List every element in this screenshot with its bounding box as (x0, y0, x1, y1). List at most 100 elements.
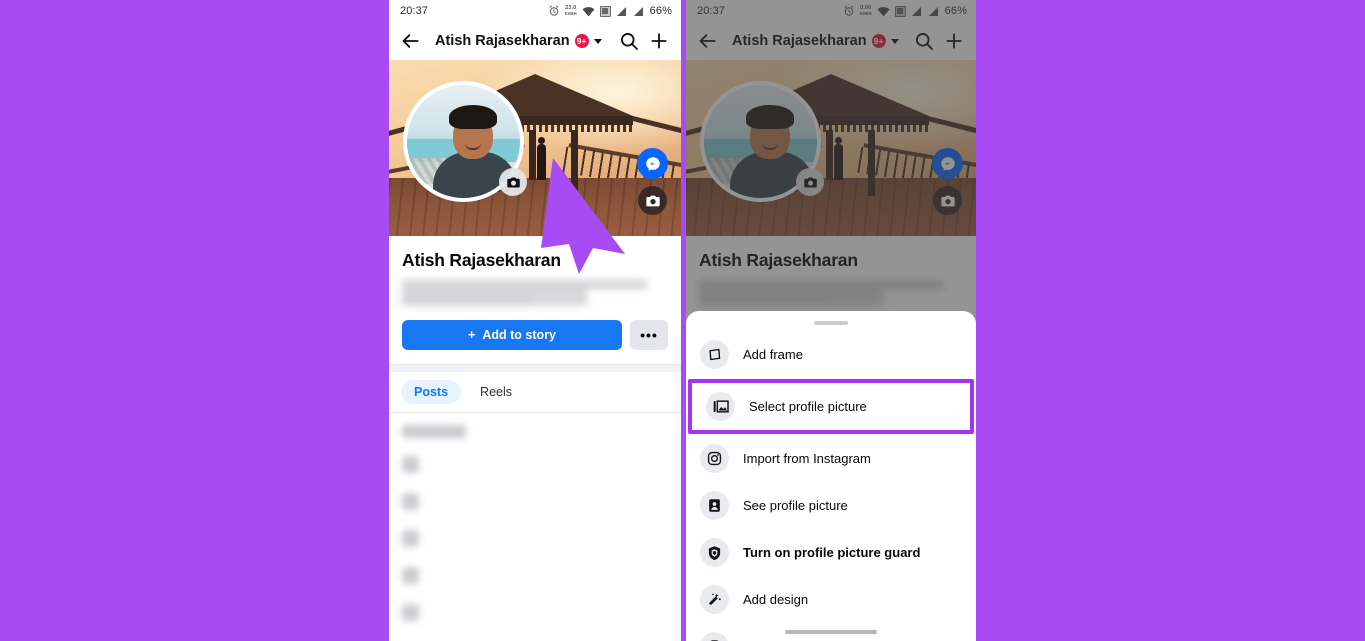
avatar-icon (700, 632, 729, 641)
detail-row (402, 530, 668, 547)
menu-item-see-profile-picture[interactable]: See profile picture (686, 482, 976, 529)
wifi-icon (582, 6, 595, 16)
profile-bio-blurred (699, 280, 963, 306)
edit-profile-picture-button[interactable] (499, 168, 527, 196)
alarm-icon (844, 5, 854, 16)
camera-icon (506, 177, 520, 187)
battery-percent: 66% (944, 5, 967, 17)
edit-cover-photo-button[interactable] (638, 186, 667, 215)
cover-pillar (529, 130, 536, 180)
tab-reels[interactable]: Reels (467, 380, 525, 404)
detail-row (402, 567, 668, 584)
app-bar-left: Atish Rajasekharan 9+ (389, 22, 681, 60)
add-to-story-button[interactable]: + Add to story (402, 320, 622, 350)
signal-bars-icon (928, 6, 938, 16)
signal-bars-icon (911, 6, 921, 16)
chevron-down-icon (593, 38, 602, 44)
profile-title-dropdown[interactable]: Atish Rajasekharan 9+ (732, 33, 904, 49)
speed-icon: 23.0 KM/H (564, 5, 577, 16)
menu-item-add-frame[interactable]: Add frame (686, 331, 976, 378)
back-arrow-icon[interactable] (401, 31, 421, 51)
highlight-box-select-profile-picture: Select profile picture (688, 379, 974, 434)
profile-name: Atish Rajasekharan (699, 250, 858, 270)
photo-picker-icon (706, 392, 735, 421)
menu-item-add-design[interactable]: Add design (686, 576, 976, 623)
speed-icon: 0.00 KM/H (859, 5, 872, 16)
profile-tabs: Posts Reels (389, 372, 681, 412)
cover-person-silhouette (537, 137, 546, 180)
page-title: Atish Rajasekharan (732, 33, 867, 49)
menu-item-label: Add frame (743, 347, 803, 362)
messenger-icon (940, 156, 955, 171)
profile-info: Atish Rajasekharan (686, 236, 976, 306)
add-icon[interactable] (944, 31, 964, 51)
tab-posts[interactable]: Posts (401, 380, 462, 404)
notification-badge: 9+ (871, 34, 886, 48)
alarm-icon (549, 5, 559, 16)
more-options-button[interactable]: ••• (630, 320, 668, 350)
edit-profile-picture-button (796, 168, 824, 196)
details-heading-blurred (402, 425, 466, 438)
menu-item-label: Turn on profile picture guard (743, 545, 921, 560)
menu-item-label: See profile picture (743, 498, 848, 513)
section-divider (389, 364, 681, 372)
shield-icon (700, 538, 729, 567)
camera-icon (645, 195, 660, 206)
signal-bars-icon (616, 6, 626, 16)
details-section-blurred (389, 413, 681, 621)
status-bar-left: 20:37 23.0 KM/H 66% (389, 0, 681, 22)
profile-title-dropdown[interactable]: Atish Rajasekharan 9+ (435, 33, 609, 49)
avatar-hair (746, 105, 794, 129)
status-icons-right: 0.00 KM/H 66% (843, 5, 967, 17)
messenger-button (932, 148, 963, 179)
menu-item-label: Add design (743, 592, 809, 607)
detail-row (402, 493, 668, 510)
frame-icon (700, 340, 729, 369)
search-icon[interactable] (619, 31, 639, 51)
profile-picture-options-sheet: Add frame Select profile picture Import … (686, 311, 976, 641)
profile-actions: + Add to story ••• (402, 320, 668, 350)
battery-percent: 66% (649, 5, 672, 17)
edit-cover-photo-button (933, 186, 962, 215)
signal-bars-icon (633, 6, 643, 16)
add-icon[interactable] (649, 31, 669, 51)
profile-card-icon (700, 491, 729, 520)
plus-icon: + (468, 328, 476, 342)
detail-row (402, 604, 668, 621)
camera-icon (803, 177, 817, 187)
cover-person-silhouette (834, 137, 843, 180)
menu-item-import-from-instagram[interactable]: Import from Instagram (686, 435, 976, 482)
avatar-hair (449, 105, 497, 129)
search-icon[interactable] (914, 31, 934, 51)
app-bar-right: Atish Rajasekharan 9+ (686, 22, 976, 60)
back-arrow-icon[interactable] (698, 31, 718, 51)
add-to-story-label: Add to story (482, 328, 556, 342)
page-title: Atish Rajasekharan (435, 33, 570, 49)
network-square-icon (599, 5, 611, 17)
phone-screen-right: 20:37 0.00 KM/H 66% Atish Rajasekharan 9… (686, 0, 976, 641)
phone-screen-left: 20:37 23.0 KM/H 66% Atish Rajasekharan 9… (389, 0, 681, 641)
profile-info: Atish Rajasekharan + Add to story ••• (389, 236, 681, 350)
messenger-icon (645, 156, 660, 171)
cover-pillar (868, 130, 875, 196)
cover-pillar (826, 130, 833, 180)
profile-name: Atish Rajasekharan (402, 250, 561, 270)
menu-item-select-profile-picture[interactable]: Select profile picture (692, 383, 970, 430)
network-square-icon (894, 5, 906, 17)
detail-row (402, 456, 668, 473)
status-bar-right: 20:37 0.00 KM/H 66% (686, 0, 976, 22)
status-time: 20:37 (697, 5, 726, 17)
messenger-button[interactable] (637, 148, 668, 179)
menu-item-label: Import from Instagram (743, 451, 871, 466)
sheet-drag-handle[interactable] (814, 321, 848, 325)
cover-pillar (571, 130, 578, 196)
notification-badge: 9+ (574, 34, 589, 48)
menu-item-turn-on-profile-picture-guard[interactable]: Turn on profile picture guard (686, 529, 976, 576)
status-icons-left: 23.0 KM/H 66% (548, 5, 672, 17)
magic-wand-icon (700, 585, 729, 614)
status-time: 20:37 (400, 5, 429, 17)
wifi-icon (877, 6, 890, 16)
home-indicator (785, 630, 877, 634)
profile-bio-blurred (402, 280, 668, 306)
camera-icon (940, 195, 955, 206)
